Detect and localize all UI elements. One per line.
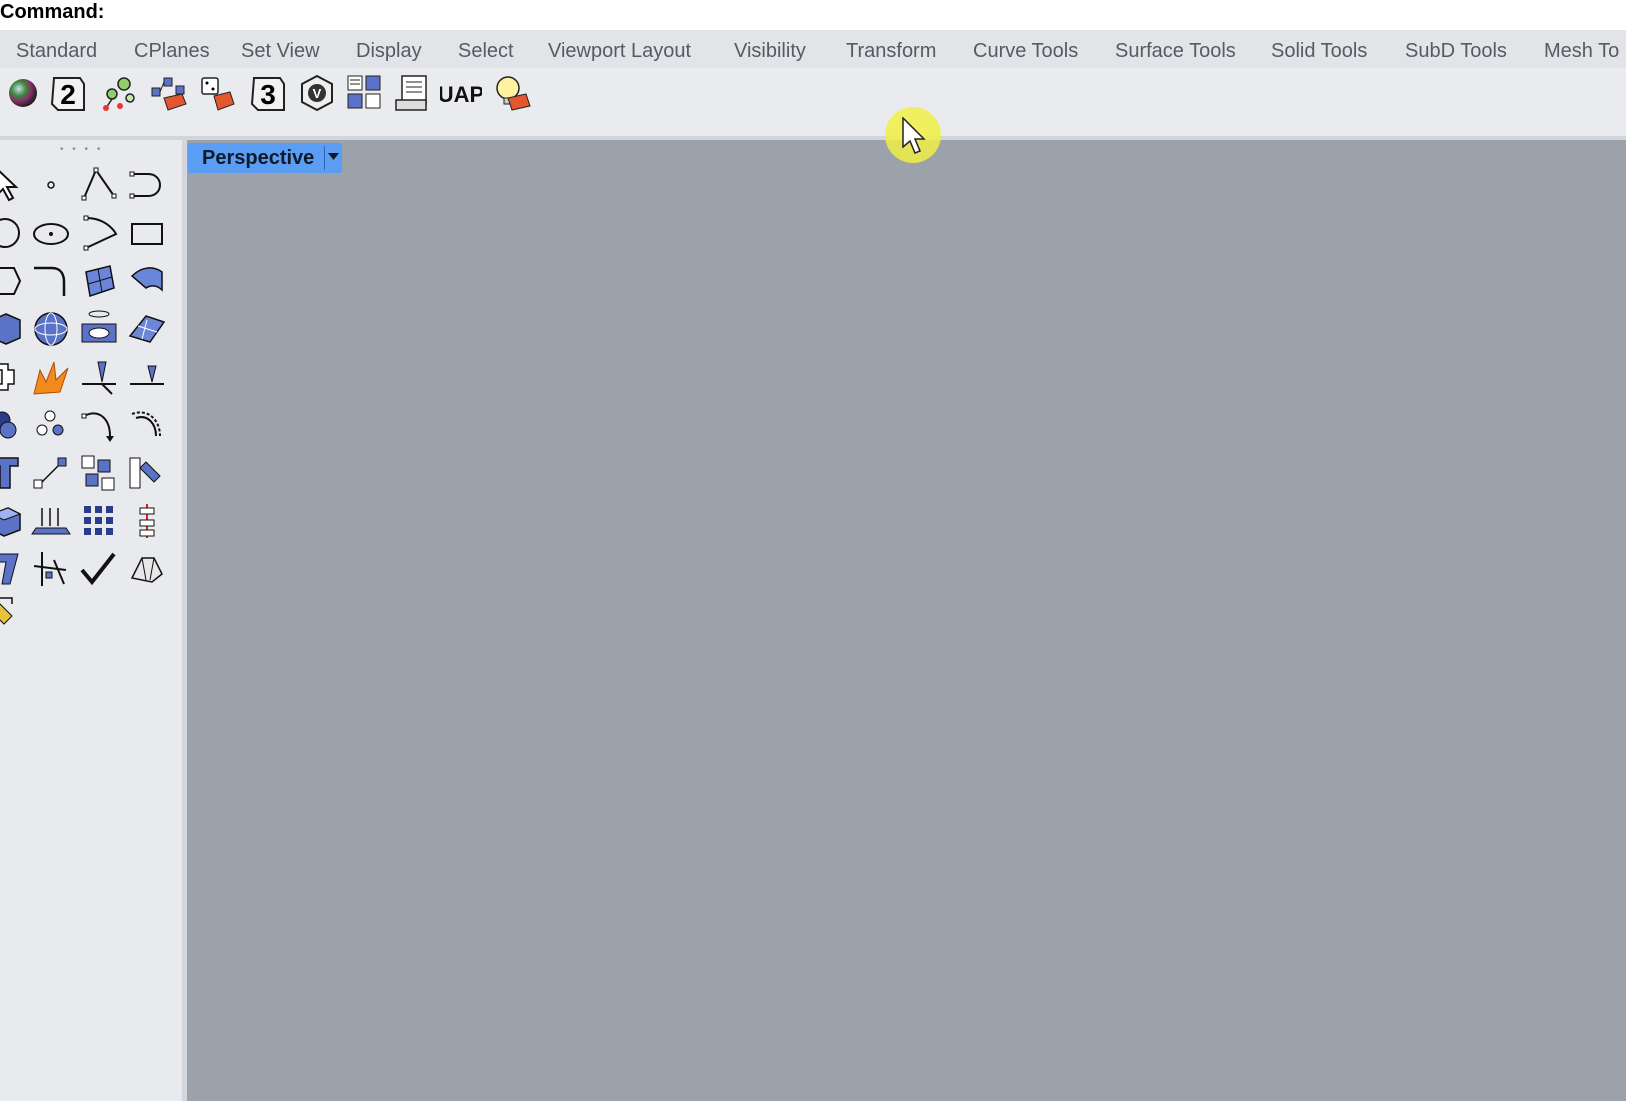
ellipse-icon[interactable] [28, 210, 74, 256]
move-icon[interactable] [28, 450, 74, 496]
tools-icon[interactable] [28, 546, 74, 592]
tab-set-view[interactable]: Set View [241, 40, 320, 63]
tab-curve-tools[interactable]: Curve Tools [973, 40, 1078, 63]
cylinder-solid-icon[interactable] [76, 306, 122, 352]
python-layout-icon[interactable] [344, 72, 386, 114]
two-label: 2 [60, 79, 76, 110]
rotate-icon[interactable] [76, 402, 122, 448]
split-icon[interactable] [124, 354, 170, 400]
grasshopper-nodes-icon[interactable] [98, 72, 140, 114]
check-icon[interactable] [76, 546, 122, 592]
tab-cplanes[interactable]: CPlanes [134, 40, 210, 63]
sphere-solid-icon[interactable] [28, 306, 74, 352]
plane-surface-icon[interactable] [124, 306, 170, 352]
grid-array-icon[interactable] [76, 498, 122, 544]
command-label: Command: [0, 1, 105, 23]
text-icon[interactable] [0, 450, 28, 496]
point-cloud-icon[interactable] [28, 402, 74, 448]
tab-display[interactable]: Display [356, 40, 422, 63]
dimension-icon[interactable] [124, 498, 170, 544]
document-print-icon[interactable] [392, 72, 434, 114]
surface-patch-icon[interactable] [76, 258, 122, 304]
mirror-icon[interactable] [124, 450, 170, 496]
polygon-icon[interactable] [0, 258, 28, 304]
box-solid-icon[interactable] [0, 306, 28, 352]
viewport-menu-button[interactable] [324, 146, 343, 170]
three-icon[interactable]: 3 [246, 72, 288, 114]
group-icon[interactable] [0, 402, 28, 448]
bend-icon[interactable] [0, 546, 28, 592]
tab-transform[interactable]: Transform [846, 40, 936, 63]
command-bar[interactable]: Command: [0, 0, 1626, 30]
uap-label: UAP [440, 82, 482, 107]
extrude-icon[interactable] [0, 498, 28, 544]
circle-icon[interactable] [0, 210, 28, 256]
chevron-down-icon [328, 153, 339, 160]
tab-surface-tools[interactable]: Surface Tools [1115, 40, 1236, 63]
network-package-icon[interactable] [148, 72, 190, 114]
vector-field-icon[interactable] [28, 498, 74, 544]
mouse-cursor-icon [902, 117, 926, 154]
select-arrow-icon[interactable] [0, 162, 28, 208]
explode-icon[interactable] [28, 354, 74, 400]
three-label: 3 [260, 79, 276, 110]
loft-surface-icon[interactable] [124, 258, 170, 304]
arc-icon[interactable] [76, 210, 122, 256]
puzzle-icon[interactable] [0, 354, 28, 400]
toolbar-tab-strip: Standard CPlanes Set View Display Select… [0, 30, 1626, 68]
scale-icon[interactable] [124, 402, 170, 448]
sphere-render-icon[interactable] [2, 72, 44, 114]
lightbulb-icon[interactable] [490, 72, 532, 114]
mesh-solid-icon[interactable] [124, 546, 170, 592]
polyline-icon[interactable] [76, 162, 122, 208]
tab-solid-tools[interactable]: Solid Tools [1271, 40, 1367, 63]
two-icon[interactable]: 2 [46, 72, 88, 114]
tab-viewport-layout[interactable]: Viewport Layout [548, 40, 691, 63]
curve-icon[interactable] [124, 162, 170, 208]
paint-icon[interactable] [0, 590, 28, 636]
dice-package-icon[interactable] [196, 72, 238, 114]
tab-subd-tools[interactable]: SubD Tools [1405, 40, 1507, 63]
viewport-title: Perspective [202, 147, 315, 169]
fillet-curve-icon[interactable] [28, 258, 74, 304]
rectangle-icon[interactable] [124, 210, 170, 256]
array-icon[interactable] [76, 450, 122, 496]
tab-standard[interactable]: Standard [16, 40, 97, 63]
left-toolbox: • • • • [0, 140, 182, 1101]
uap-icon[interactable]: UAP [440, 72, 482, 114]
v-ray-icon[interactable]: V [296, 72, 338, 114]
icon-toolbar [0, 68, 1626, 136]
tab-visibility[interactable]: Visibility [734, 40, 806, 63]
perspective-viewport[interactable]: Perspective [187, 140, 1626, 1101]
trim-icon[interactable] [76, 354, 122, 400]
viewport-title-tab[interactable]: Perspective [188, 143, 342, 173]
tab-mesh-tools[interactable]: Mesh To [1544, 40, 1619, 63]
toolbox-grip[interactable]: • • • • [60, 144, 103, 155]
v-label: V [313, 86, 322, 101]
point-icon[interactable] [28, 162, 74, 208]
tab-select[interactable]: Select [458, 40, 514, 63]
